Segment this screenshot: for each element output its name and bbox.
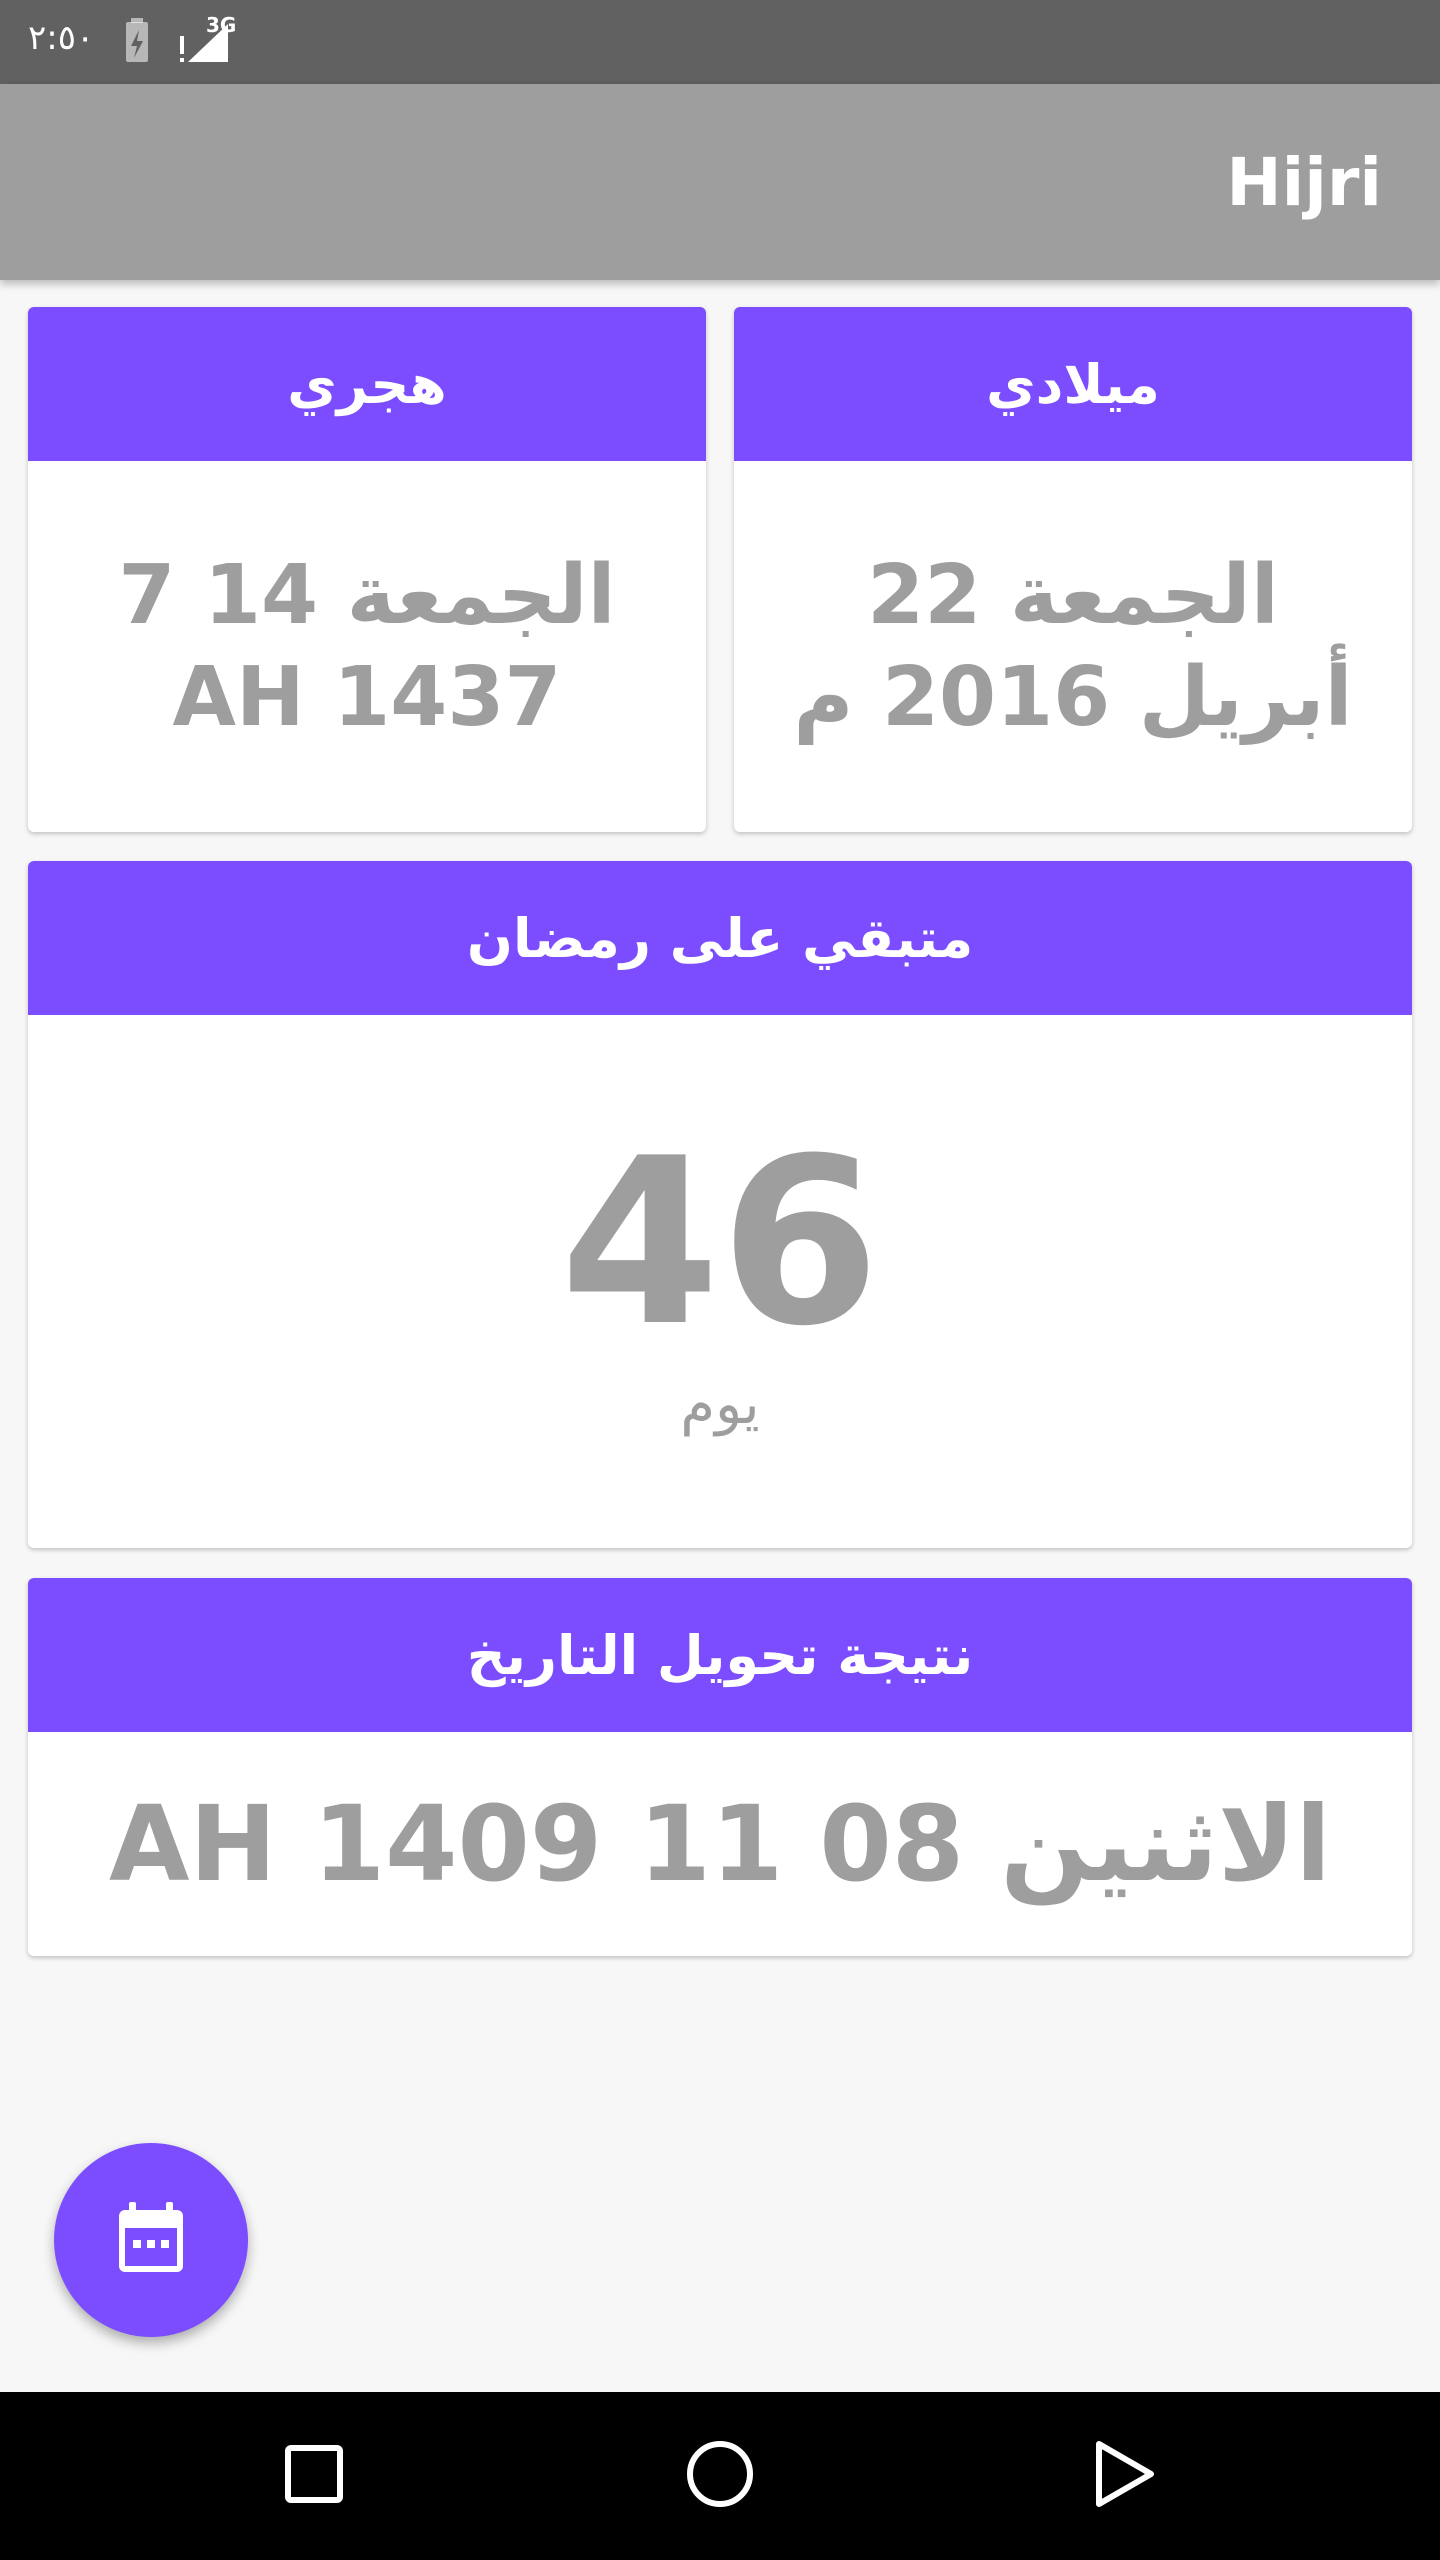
hijri-date-card: هجري الجمعة 14 7 1437 AH bbox=[28, 307, 706, 832]
ramadan-countdown-card: متبقي على رمضان 46 يوم bbox=[28, 861, 1412, 1548]
gregorian-card-body: الجمعة 22 أبريل 2016 م bbox=[734, 461, 1412, 832]
recents-square-icon bbox=[282, 2442, 346, 2510]
gregorian-date-card: ميلادي الجمعة 22 أبريل 2016 م bbox=[734, 307, 1412, 832]
status-time: ٢:٥٠ bbox=[28, 18, 95, 58]
conversion-result-text: الاثنين 08 11 1409 AH bbox=[109, 1783, 1331, 1905]
battery-charging-icon bbox=[112, 14, 162, 68]
gregorian-date-text: الجمعة 22 أبريل 2016 م bbox=[793, 547, 1353, 745]
back-button[interactable] bbox=[1074, 2426, 1174, 2526]
hijri-card-body: الجمعة 14 7 1437 AH bbox=[28, 461, 706, 832]
conversion-result-card: نتيجة تحويل التاريخ الاثنين 08 11 1409 A… bbox=[28, 1578, 1412, 1956]
navigation-bar bbox=[0, 2392, 1440, 2560]
calendar-icon bbox=[115, 2200, 187, 2280]
home-circle-icon bbox=[684, 2438, 756, 2514]
app-bar: Hijri bbox=[0, 84, 1440, 280]
days-remaining-number: 46 bbox=[559, 1109, 881, 1377]
hijri-date-text: الجمعة 14 7 1437 AH bbox=[118, 547, 616, 745]
back-triangle-icon bbox=[1089, 2438, 1159, 2514]
calendar-fab-button[interactable] bbox=[54, 2143, 248, 2337]
recents-button[interactable] bbox=[264, 2426, 364, 2526]
signal-3g-icon: 3G bbox=[176, 14, 246, 68]
hijri-card-header: هجري bbox=[28, 307, 706, 461]
home-button[interactable] bbox=[670, 2426, 770, 2526]
app-title: Hijri bbox=[1226, 144, 1382, 221]
gregorian-card-header: ميلادي bbox=[734, 307, 1412, 461]
conversion-card-body: الاثنين 08 11 1409 AH bbox=[28, 1732, 1412, 1956]
network-type-label: 3G bbox=[206, 13, 237, 37]
ramadan-card-body: 46 يوم bbox=[28, 1015, 1412, 1548]
ramadan-card-header: متبقي على رمضان bbox=[28, 861, 1412, 1015]
conversion-card-header: نتيجة تحويل التاريخ bbox=[28, 1578, 1412, 1732]
status-bar: ٢:٥٠ 3G bbox=[0, 0, 1440, 84]
days-unit-label: يوم bbox=[680, 1371, 760, 1437]
